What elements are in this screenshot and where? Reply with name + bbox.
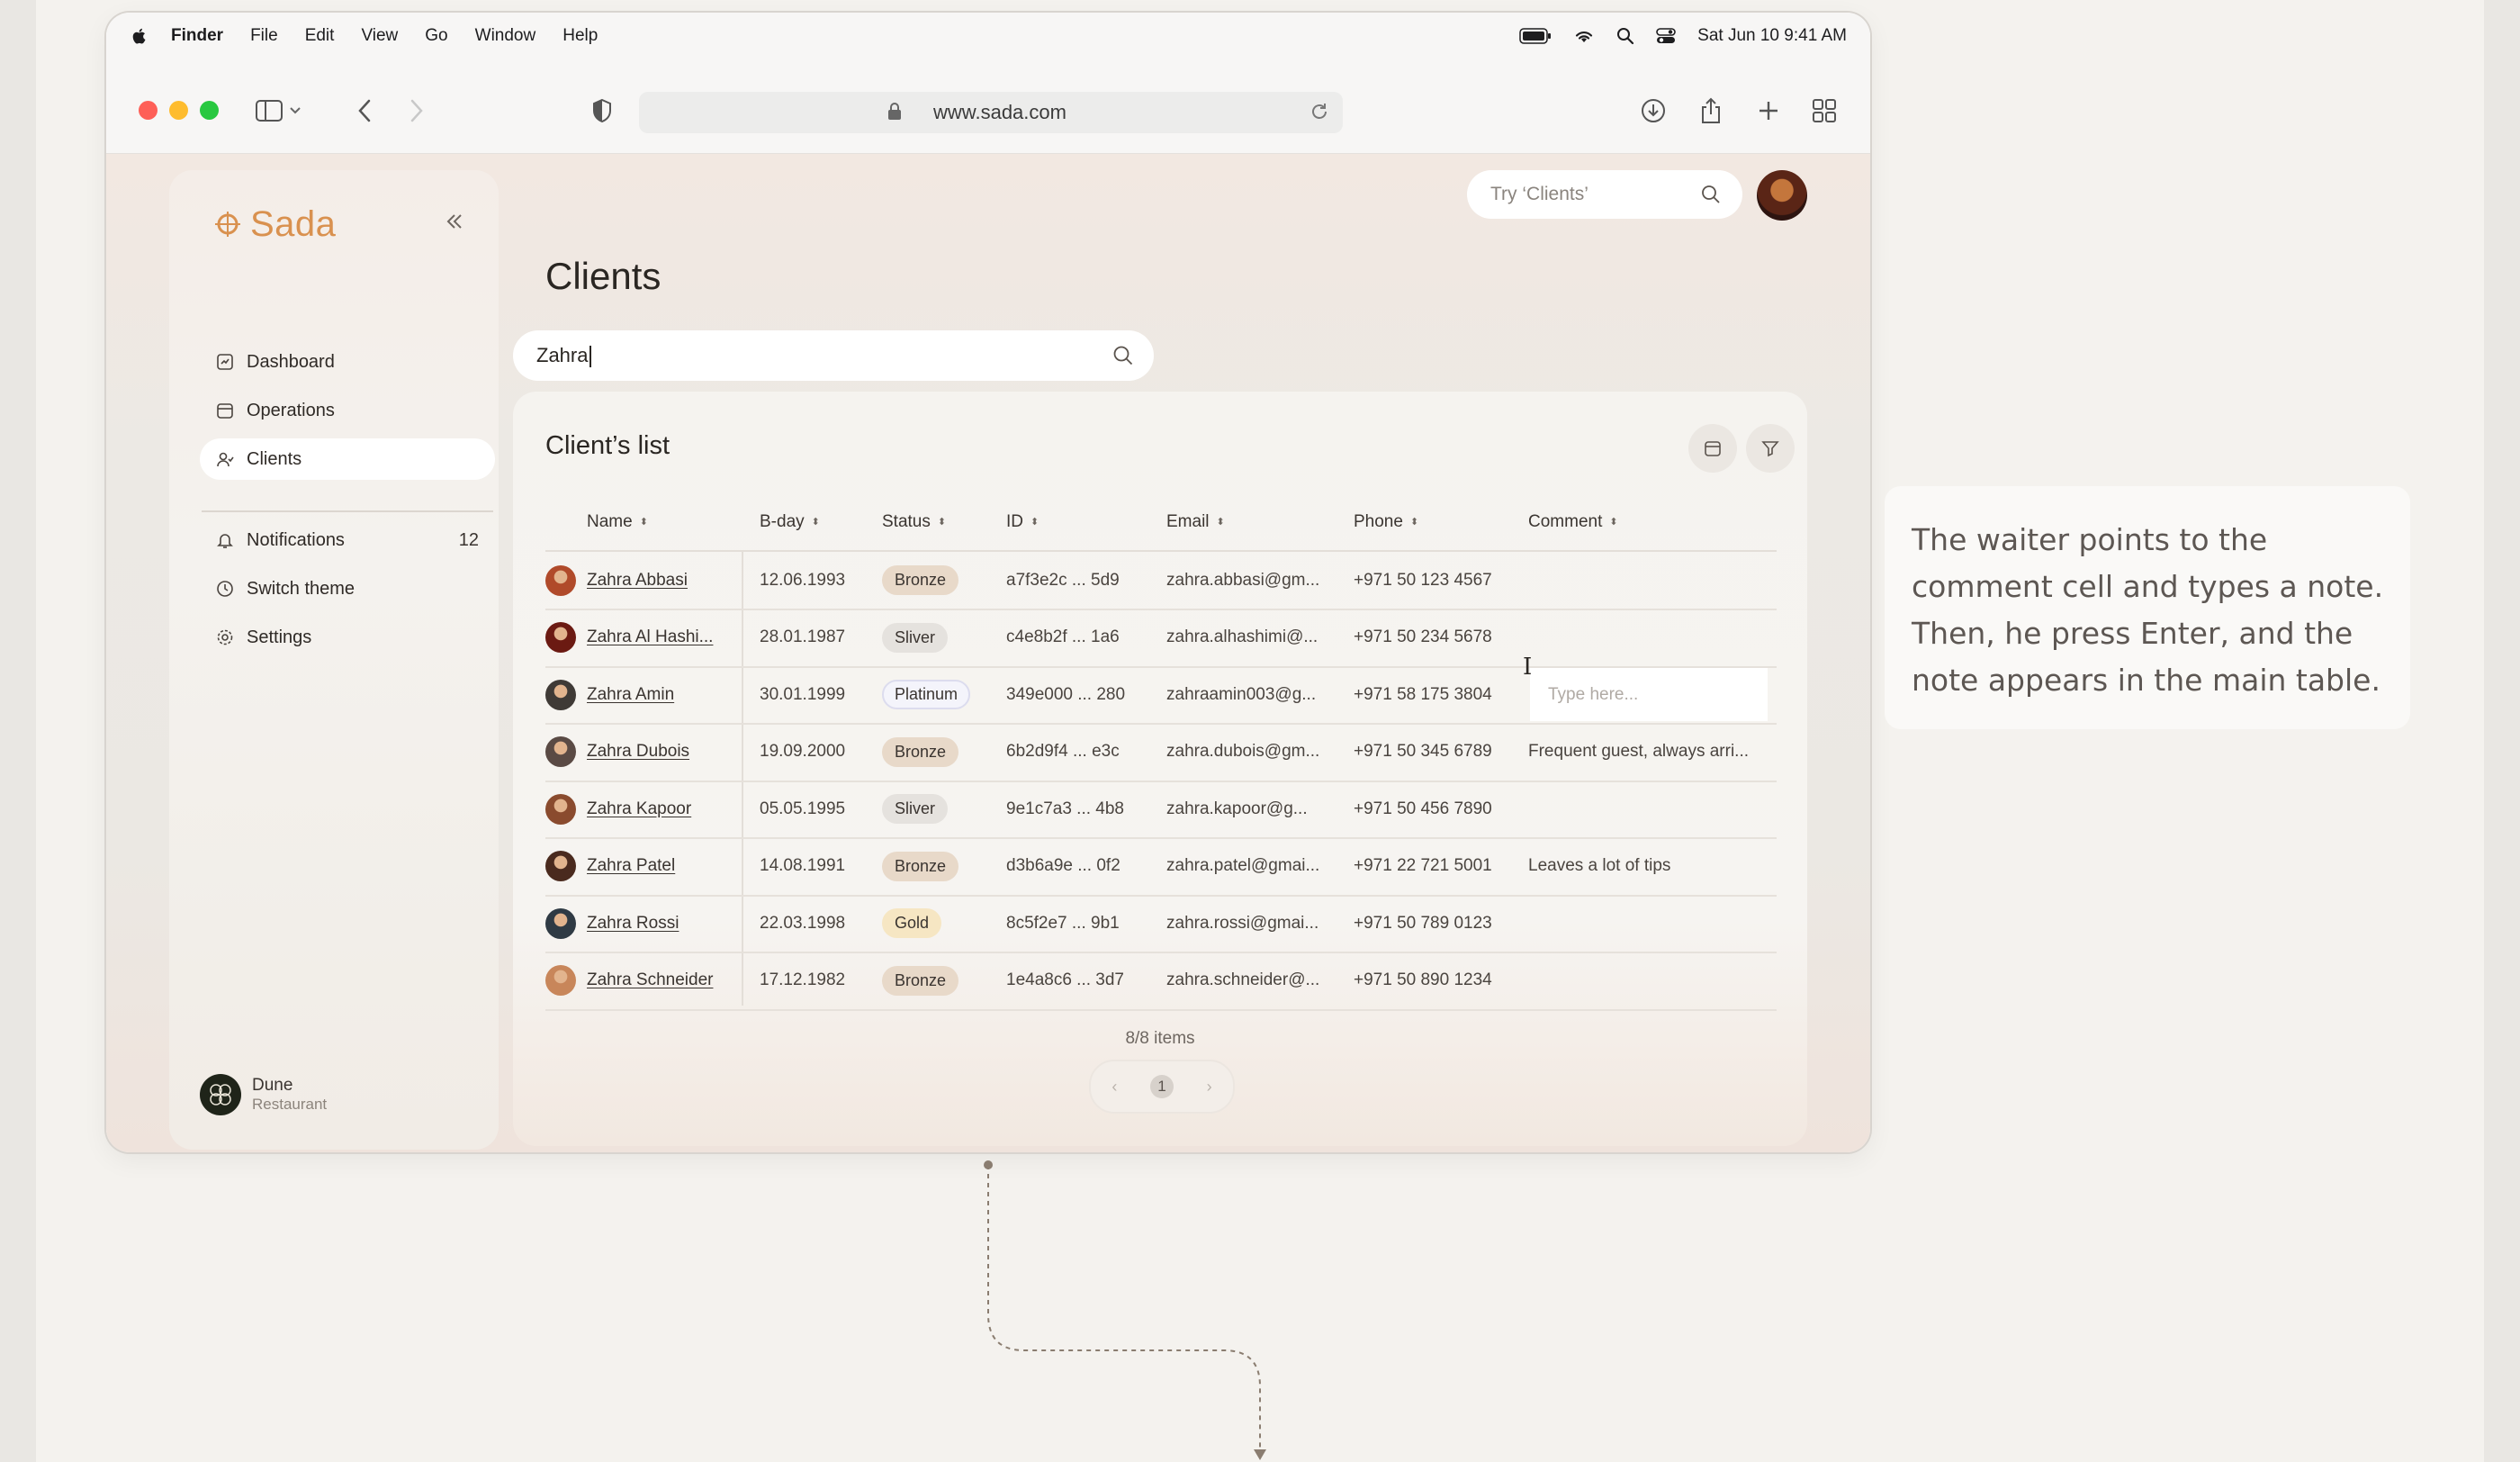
connector-path xyxy=(987,1165,1261,1451)
connector-arrowhead xyxy=(1254,1449,1266,1460)
flow-connector xyxy=(984,1160,1266,1460)
